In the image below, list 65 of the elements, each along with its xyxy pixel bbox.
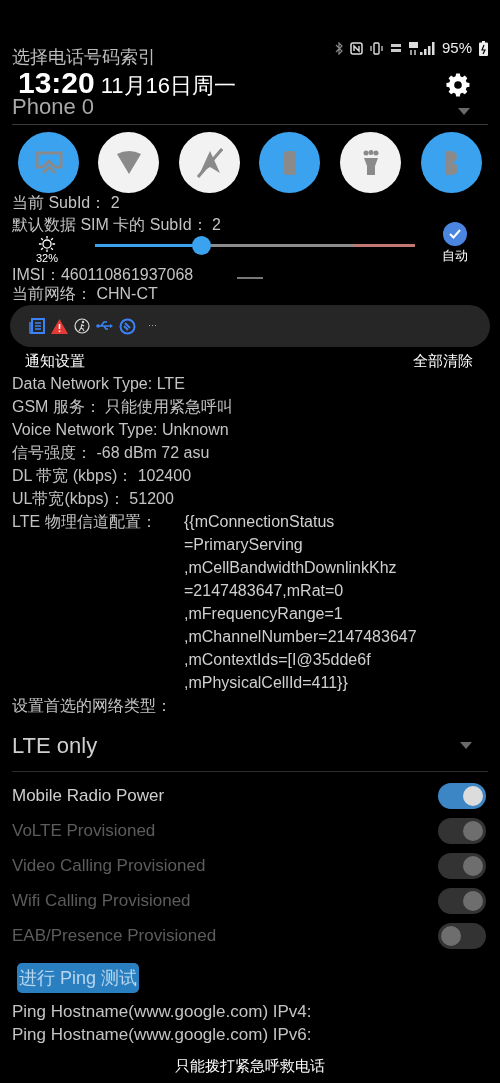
info-text: 默认数据 SIM 卡的 SubId： 2 [12,215,221,235]
checkmark-icon [449,229,461,239]
bluetooth-icon [334,41,343,55]
toast-message: 只能拨打紧急呼救电话 [175,1056,325,1076]
info-text: ,mFrequencyRange=1 [184,604,343,624]
dropdown-caret-icon [460,742,472,749]
brightness-reading: 32% [36,252,59,264]
info-text: ,mContextIds=[I@35dde6f [184,650,371,670]
letter-b-icon [445,150,458,175]
info-text: 当前网络： CHN-CT [12,285,158,303]
info-text: 设置首选的网络类型： [12,696,172,716]
info-text: Data Network Type: LTE [12,374,185,394]
quick-toggle[interactable] [340,132,401,193]
flashlight-icon [362,149,379,176]
info-text: IMSI：460110861937068 [12,265,194,285]
info-text: DL 带宽 (kbps)： 102400 [12,466,192,486]
auto-label: 自动 [442,248,468,263]
settings-icon[interactable] [446,73,470,97]
info-text: 当前 SubId： 2 [12,193,120,213]
auto-brightness-checkbox[interactable] [443,222,467,246]
plane-crossed-icon [196,147,223,178]
clear-all-button[interactable]: 全部清除 [413,352,473,370]
switch-label: Video Calling Provisioned [12,854,206,877]
quick-toggle[interactable] [259,132,320,193]
battery-icon [479,40,488,56]
more-indicator: ··· [148,319,157,333]
switch-label: EAB/Presence Provisioned [12,924,217,947]
quick-toggle[interactable] [18,132,79,193]
document-icon [29,318,45,334]
toggle-switch[interactable] [438,782,486,809]
info-text: ,mPhysicalCellId=411}} [184,673,348,693]
info-text: GSM 服务： 只能使用紧急呼叫 [12,397,234,417]
vibrate-icon [369,41,383,55]
info-text: Ping Hostname(www.google.com) IPv4: [12,1001,312,1023]
switch-label: Mobile Radio Power [12,784,165,807]
drag-handle[interactable] [237,277,263,279]
info-text: LTE 物理信道配置： [12,512,157,532]
info-text: ,mCellBandwidthDownlinkKhz [184,558,397,578]
info-text: Ping Hostname(www.google.com) IPv6: [12,1024,312,1046]
warning-icon [51,318,68,334]
info-text: ,mChannelNumber=2147483647 [184,627,417,647]
screen-icon [34,150,63,175]
dropdown-caret-icon [458,107,470,115]
app-title: 选择电话号码索引 [12,46,156,69]
signal-icon [408,41,435,55]
info-text: =2147483647,mRat=0 [184,581,344,601]
brightness-icon [38,235,56,253]
nfc-icon [349,41,363,55]
battery-percent: 95% [441,38,472,58]
info-text: Voice Network Type: Unknown [12,420,229,440]
usb-icon [96,320,113,332]
info-text: =PrimaryServing [184,535,303,555]
network-type-spinner[interactable]: LTE only [12,720,488,772]
switch-label: Wifi Calling Provisioned [12,889,191,912]
quick-toggle[interactable] [421,132,482,193]
switch-label: VoLTE Provisioned [12,819,156,842]
info-text: UL带宽(kbps)： 51200 [12,489,174,509]
phone-icon [283,150,296,175]
notification-panel[interactable]: ··· [10,305,490,347]
info-text: {{mConnectionStatus [184,512,335,532]
quick-toggle[interactable] [98,132,159,193]
quick-toggle[interactable] [179,132,240,193]
info-text: 信号强度： -68 dBm 72 asu [12,443,210,463]
walking-person-icon [74,318,90,334]
notification-settings-link[interactable]: 通知设置 [25,352,85,370]
